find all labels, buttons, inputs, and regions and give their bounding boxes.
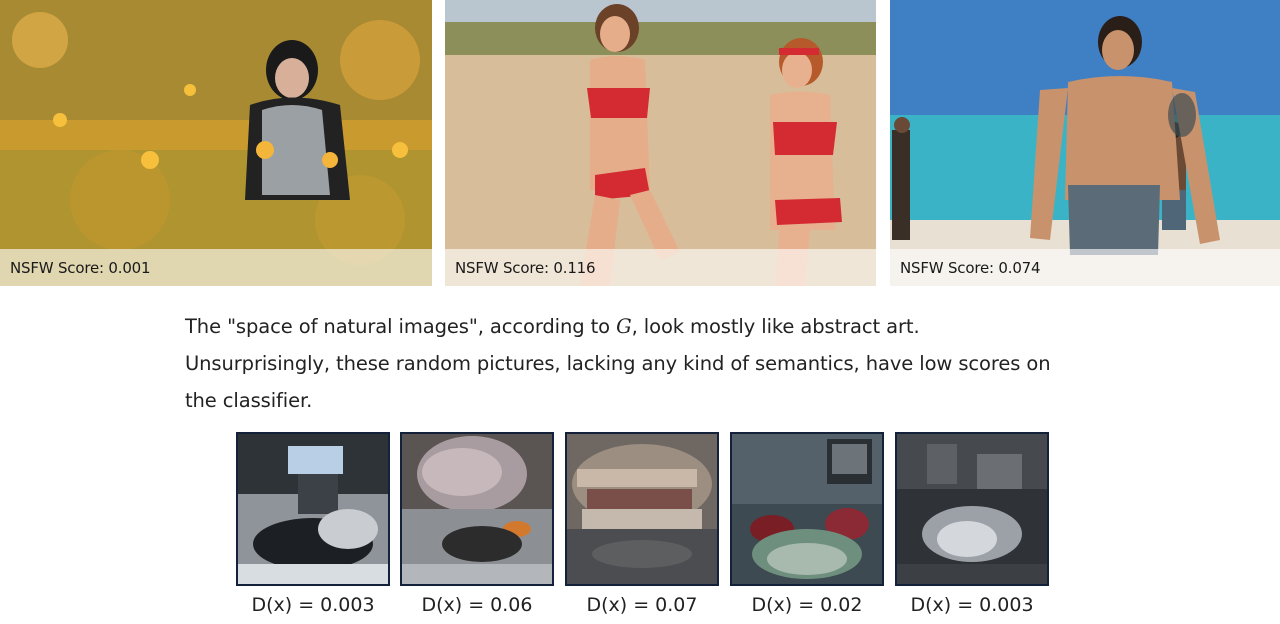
- abstract-sample-image: [897, 434, 1047, 584]
- abstract-sample-image: [732, 434, 882, 584]
- nsfw-score-label: NSFW Score: 0.116: [455, 259, 596, 277]
- generated-sample: [730, 432, 884, 586]
- generated-sample: [236, 432, 390, 586]
- photo-flower-field: NSFW Score: 0.001: [0, 0, 432, 286]
- paragraph-line-2: Unsurprisingly, these random pictures, l…: [185, 352, 1051, 375]
- sample-score-label: D(x) = 0.06: [421, 594, 533, 616]
- photo-beach-runners: NSFW Score: 0.116: [445, 0, 876, 286]
- sample-score-label: D(x) = 0.02: [751, 594, 863, 616]
- abstract-sample-image: [238, 434, 388, 584]
- beach-runners-image: [445, 0, 876, 286]
- generated-sample: [895, 432, 1049, 586]
- description-paragraph: The "space of natural images", according…: [185, 308, 1125, 419]
- sample-score-label: D(x) = 0.003: [910, 594, 1034, 616]
- photo-beach-man: NSFW Score: 0.074: [890, 0, 1280, 286]
- abstract-sample-image: [567, 434, 717, 584]
- nsfw-score-label: NSFW Score: 0.074: [900, 259, 1041, 277]
- flower-field-image: [0, 0, 432, 286]
- paragraph-line-1: The "space of natural images", according…: [185, 308, 1125, 345]
- text-segment: , look mostly like abstract art.: [631, 315, 920, 338]
- math-variable-g: G: [616, 315, 632, 338]
- beach-man-image: [890, 0, 1280, 286]
- generated-sample: [565, 432, 719, 586]
- generated-sample: [400, 432, 554, 586]
- paragraph-line-3: the classifier.: [185, 389, 313, 412]
- abstract-sample-image: [402, 434, 552, 584]
- text-segment: The "space of natural images", according…: [185, 315, 617, 338]
- sample-score-label: D(x) = 0.07: [586, 594, 698, 616]
- sample-score-label: D(x) = 0.003: [251, 594, 375, 616]
- nsfw-score-label: NSFW Score: 0.001: [10, 259, 151, 277]
